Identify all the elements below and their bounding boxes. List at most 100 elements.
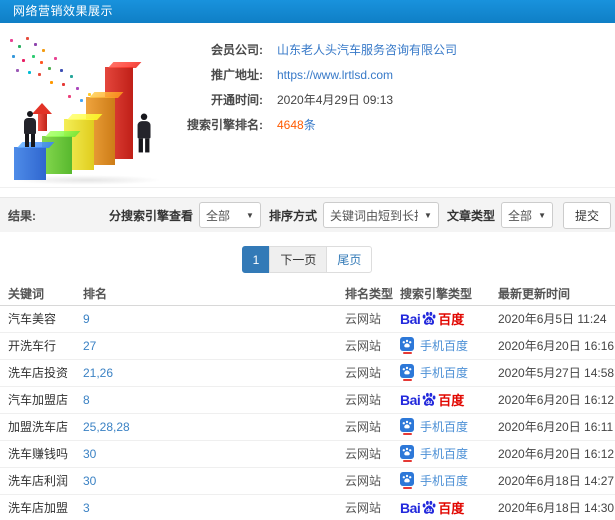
keyword-cell: 汽车美容 xyxy=(0,305,83,333)
article-type-select[interactable]: 全部 ▼ xyxy=(500,202,553,228)
businessman-right-icon xyxy=(135,113,151,153)
baidu-logo-text-cn: 百度 xyxy=(438,311,465,327)
mobile-baidu-logo: 手机百度 xyxy=(400,364,468,381)
engine-cell: 手机百度 xyxy=(400,440,498,468)
header-updated: 最新更新时间 xyxy=(498,283,615,306)
updated-cell: 2020年6月20日 16:16 xyxy=(498,332,615,360)
table-row: 洗车店利润 30 云网站 手机百度 2020年6月18日 14:27 xyxy=(0,467,615,495)
company-link[interactable]: 山东老人头汽车服务咨询有限公司 xyxy=(277,41,457,58)
open-time-value: 2020年4月29日 09:13 xyxy=(277,93,394,107)
rank-link[interactable]: 3 xyxy=(83,501,90,515)
rank-type-cell: 云网站 xyxy=(345,359,400,387)
updated-cell: 2020年6月5日 11:24 xyxy=(498,305,615,333)
sort-filter-select[interactable]: 关键词由短到长排序 ▼ xyxy=(322,202,439,228)
results-table: 关键词 排名 排名类型 搜索引擎类型 最新更新时间 汽车美容 9 云网站 Bai… xyxy=(0,283,615,520)
table-row: 加盟洗车店 25,28,28 云网站 手机百度 2020年6月20日 16:11 xyxy=(0,413,615,441)
table-row: 洗车赚钱吗 30 云网站 手机百度 2020年6月20日 16:12 xyxy=(0,440,615,468)
engine-cell: 手机百度 xyxy=(400,359,498,387)
rank-link[interactable]: 9 xyxy=(83,312,90,326)
mobile-baidu-label: 手机百度 xyxy=(420,420,469,434)
engine-filter-select[interactable]: 全部 ▼ xyxy=(198,202,261,228)
baidu-paw-icon: du xyxy=(422,392,436,406)
rank-type-cell: 云网站 xyxy=(345,332,400,360)
keyword-cell: 洗车赚钱吗 xyxy=(0,440,83,468)
engine-cell: Bai du 百度 xyxy=(400,305,498,333)
mobile-baidu-icon xyxy=(400,418,414,435)
promotion-url-link[interactable]: https://www.lrtlsd.com xyxy=(277,68,393,82)
url-row: 推广地址: https://www.lrtlsd.com xyxy=(185,62,457,87)
baidu-logo: Bai du 百度 xyxy=(400,392,464,407)
rank-cell: 30 xyxy=(83,467,345,495)
rank-count: 4648 xyxy=(277,118,304,132)
bar-blue xyxy=(14,147,46,180)
engine-cell: 手机百度 xyxy=(400,332,498,360)
mobile-baidu-logo: 手机百度 xyxy=(400,445,468,462)
marketing-chart-graphic xyxy=(2,27,180,185)
table-row: 开洗车行 27 云网站 手机百度 2020年6月20日 16:16 xyxy=(0,332,615,360)
updated-cell: 2020年6月20日 16:12 xyxy=(498,386,615,414)
page-title: 网络营销效果展示 xyxy=(13,4,114,18)
engine-rank-row: 搜索引擎排名: 4648条 xyxy=(185,112,457,137)
rank-type-cell: 云网站 xyxy=(345,386,400,414)
svg-text:du: du xyxy=(426,400,432,406)
engine-filter-value: 全部 xyxy=(205,208,230,223)
url-label: 推广地址: xyxy=(211,68,263,82)
keyword-cell: 汽车加盟店 xyxy=(0,386,83,414)
baidu-logo: Bai du 百度 xyxy=(400,311,464,326)
rank-type-cell: 云网站 xyxy=(345,494,400,520)
table-row: 汽车美容 9 云网站 Bai du 百度 2020年6月5日 11:24 xyxy=(0,305,615,333)
mobile-baidu-logo: 手机百度 xyxy=(400,472,468,489)
baidu-logo-text-bai: Bai xyxy=(400,391,421,408)
mobile-baidu-label: 手机百度 xyxy=(420,447,469,461)
confetti-graphic xyxy=(10,39,13,42)
member-info-list: 会员公司: 山东老人头汽车服务咨询有限公司 推广地址: https://www.… xyxy=(185,37,457,137)
rank-cell: 8 xyxy=(83,386,345,414)
chevron-down-icon: ▼ xyxy=(246,210,254,220)
rank-cell: 21,26 xyxy=(83,359,345,387)
keyword-cell: 洗车店利润 xyxy=(0,467,83,495)
baidu-logo-text-bai: Bai xyxy=(400,310,421,327)
rank-type-cell: 云网站 xyxy=(345,440,400,468)
keyword-cell: 加盟洗车店 xyxy=(0,413,83,441)
chevron-down-icon: ▼ xyxy=(538,210,546,220)
baidu-logo-text-cn: 百度 xyxy=(438,500,465,516)
rank-unit: 条 xyxy=(303,118,316,132)
svg-text:du: du xyxy=(426,319,432,325)
mobile-baidu-icon xyxy=(400,337,414,354)
table-row: 汽车加盟店 8 云网站 Bai du 百度 2020年6月20日 16:12 xyxy=(0,386,615,414)
rank-link[interactable]: 30 xyxy=(83,447,96,461)
engine-cell: Bai du 百度 xyxy=(400,494,498,520)
mobile-baidu-icon xyxy=(400,472,414,489)
mobile-baidu-label: 手机百度 xyxy=(420,474,469,488)
rank-cell: 30 xyxy=(83,440,345,468)
rank-type-cell: 云网站 xyxy=(345,413,400,441)
filter-bar: 结果: 分搜索引擎查看 全部 ▼ 排序方式 关键词由短到长排序 ▼ 文章类型 全… xyxy=(0,197,615,232)
mobile-baidu-icon xyxy=(400,445,414,462)
rank-link[interactable]: 21,26 xyxy=(83,366,113,380)
rank-link[interactable]: 8 xyxy=(83,393,90,407)
current-page-button[interactable]: 1 xyxy=(241,246,271,273)
rank-link[interactable]: 30 xyxy=(83,474,96,488)
header-rank: 排名 xyxy=(83,283,345,306)
updated-cell: 2020年6月18日 14:27 xyxy=(498,467,615,495)
businessman-left-icon xyxy=(22,111,37,147)
baidu-paw-icon: du xyxy=(422,500,436,514)
submit-button[interactable]: 提交 xyxy=(562,201,611,229)
mobile-baidu-label: 手机百度 xyxy=(420,339,469,353)
last-page-button[interactable]: 尾页 xyxy=(326,246,373,273)
rank-link[interactable]: 27 xyxy=(83,339,96,353)
updated-cell: 2020年6月20日 16:11 xyxy=(498,413,615,441)
updated-cell: 2020年5月27日 14:58 xyxy=(498,359,615,387)
mobile-baidu-icon xyxy=(400,364,414,381)
next-page-button[interactable]: 下一页 xyxy=(269,246,328,273)
rank-type-cell: 云网站 xyxy=(345,467,400,495)
open-time-label: 开通时间: xyxy=(211,93,263,107)
rank-link[interactable]: 25,28,28 xyxy=(83,420,130,434)
rank-cell: 3 xyxy=(83,494,345,520)
engine-rank-label: 搜索引擎排名: xyxy=(187,118,263,132)
rank-type-cell: 云网站 xyxy=(345,305,400,333)
keyword-cell: 开洗车行 xyxy=(0,332,83,360)
baidu-logo-text-bai: Bai xyxy=(400,499,421,516)
pagination: 1 下一页 尾页 xyxy=(0,246,615,273)
keyword-cell: 洗车店加盟 xyxy=(0,494,83,520)
